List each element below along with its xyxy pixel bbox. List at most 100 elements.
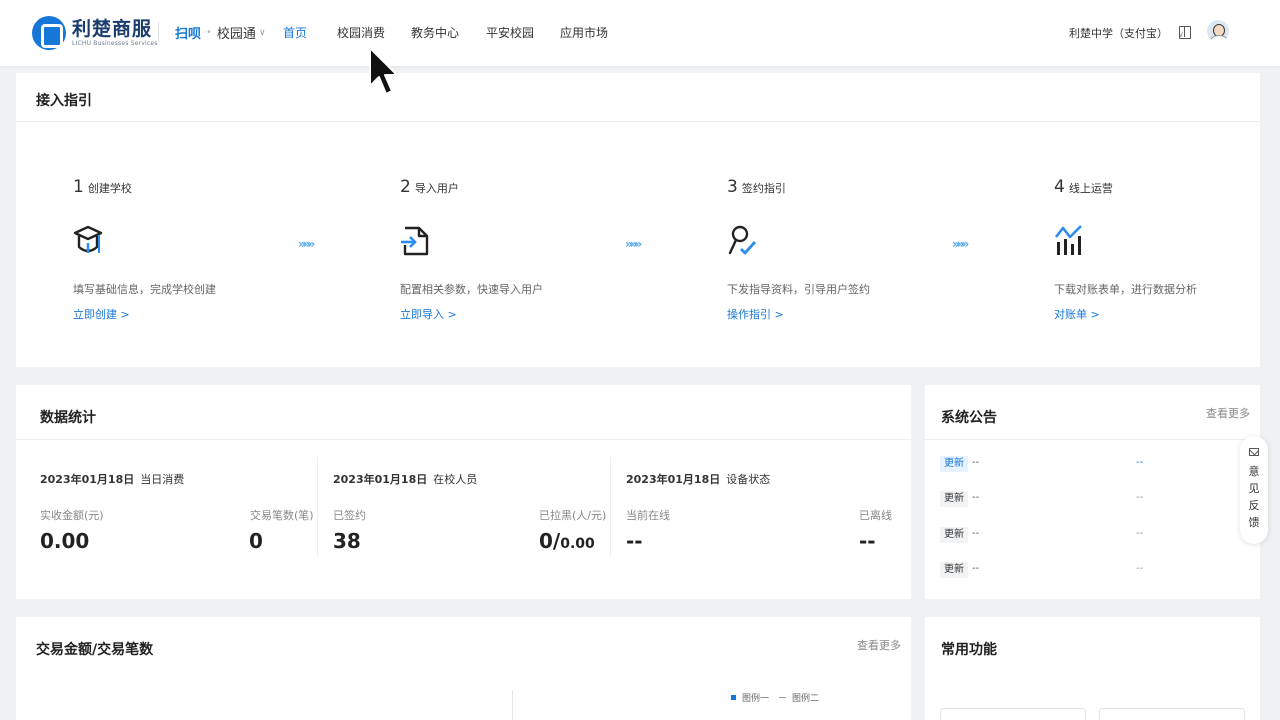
transactions-more-link[interactable]: 查看更多 xyxy=(857,637,901,653)
notice-more-link[interactable]: 查看更多 xyxy=(1206,405,1250,421)
stat-category: 设备状态 xyxy=(726,473,771,486)
list-item[interactable]: 更新 -- -- xyxy=(940,491,1150,507)
create-now-link[interactable]: 立即创建 > xyxy=(73,306,130,322)
function-tile[interactable] xyxy=(1099,708,1245,720)
stat-date: 2023年01月18日 xyxy=(40,473,135,486)
notice-text: -- xyxy=(972,528,980,539)
step-description: 填写基础信息，完成学校创建 xyxy=(73,283,216,296)
top-header: 利楚商服 LICHU Businesses Services 扫呗 • 校园通 … xyxy=(0,0,1280,66)
stat-label: 已签约 xyxy=(333,509,366,522)
legend-square-icon xyxy=(731,695,736,700)
notice-date: -- xyxy=(1136,563,1144,574)
nav-safe-campus[interactable]: 平安校园 xyxy=(486,24,534,41)
step-description: 配置相关参数，快速导入用户 xyxy=(400,283,543,296)
stat-value: 38 xyxy=(333,529,361,553)
stat-value-main: 0/ xyxy=(539,529,561,553)
notice-date: -- xyxy=(1136,457,1144,468)
legend-item[interactable]: 图例二 xyxy=(779,691,819,704)
stat-date: 2023年01月18日 xyxy=(333,473,428,486)
logo-text-cn: 利楚商服 xyxy=(72,17,153,40)
product-logo: 扫呗 xyxy=(175,27,202,42)
update-badge: 更新 xyxy=(940,527,968,543)
notice-title: 系统公告 xyxy=(941,410,997,426)
stat-value: -- xyxy=(859,529,876,553)
step-description: 下载对账表单，进行数据分析 xyxy=(1054,283,1197,296)
stat-label: 交易笔数(笔) xyxy=(250,509,314,522)
notice-date: -- xyxy=(1136,492,1144,503)
function-tile[interactable] xyxy=(940,708,1086,720)
legend-line-icon xyxy=(779,697,786,698)
update-badge: 更新 xyxy=(940,562,968,578)
stat-label: 实收金额(元) xyxy=(40,509,104,522)
guide-step-create-school: 1 创建学校 填写基础信息，完成学校创建 立即创建 > xyxy=(73,177,313,327)
import-now-link[interactable]: 立即导入 > xyxy=(400,306,457,322)
step-number: 4 xyxy=(1054,177,1065,197)
step-title: 导入用户 xyxy=(414,182,459,195)
product-separator: • xyxy=(206,27,212,38)
guide-step-online-operation: 4 线上运营 下载对账表单，进行数据分析 对账单 > xyxy=(1054,177,1280,327)
step-title: 线上运营 xyxy=(1068,182,1113,195)
list-item[interactable]: 更新 -- -- xyxy=(940,527,1150,543)
header-divider xyxy=(158,22,159,42)
stats-title: 数据统计 xyxy=(40,410,96,426)
step-arrow-icon: »»» xyxy=(625,237,642,251)
step-description: 下发指导资料，引导用户签约 xyxy=(727,283,870,296)
step-arrow-icon: »»» xyxy=(952,237,969,251)
chart-divider xyxy=(512,690,513,720)
step-number: 3 xyxy=(727,177,738,197)
nav-campus-consumption[interactable]: 校园消费 xyxy=(337,24,385,41)
step-arrow-icon: »»» xyxy=(298,237,315,251)
feedback-label: 意见反馈 xyxy=(1248,465,1260,529)
guide-step-import-users: 2 导入用户 配置相关参数，快速导入用户 立即导入 > xyxy=(400,177,640,327)
functions-title: 常用功能 xyxy=(941,642,997,658)
feedback-button[interactable]: 意见反馈 xyxy=(1240,436,1268,544)
nav-home[interactable]: 首页 xyxy=(283,24,307,41)
common-functions-card: 常用功能 xyxy=(925,617,1260,720)
stat-value: 0/0.00 xyxy=(539,529,595,553)
card-divider xyxy=(925,439,1260,440)
stat-value: 0.00 xyxy=(40,529,90,553)
stat-label: 已拉黑(人/元) xyxy=(539,509,607,522)
legend-label: 图例二 xyxy=(792,694,820,704)
stat-value: -- xyxy=(626,529,643,553)
mouse-cursor-icon xyxy=(369,47,394,95)
list-item[interactable]: 更新 -- -- xyxy=(940,456,1150,472)
product-switcher[interactable]: 扫呗 • 校园通 ∨ xyxy=(175,23,266,42)
guide-step-signing-guide: 3 签约指引 下发指导资料，引导用户签约 操作指引 > xyxy=(727,177,967,327)
nav-app-market[interactable]: 应用市场 xyxy=(560,24,608,41)
stat-enrolled-people: 2023年01月18日 在校人员 已签约 38 已拉黑(人/元) 0/0.00 xyxy=(333,457,606,557)
user-check-icon xyxy=(728,225,757,255)
import-document-icon xyxy=(401,226,429,256)
statement-link[interactable]: 对账单 > xyxy=(1054,306,1100,322)
transactions-title: 交易金额/交易笔数 xyxy=(36,642,154,658)
notice-date: -- xyxy=(1136,528,1144,539)
stat-label: 当前在线 xyxy=(626,509,670,522)
transactions-card: 交易金额/交易笔数 查看更多 xyxy=(16,617,911,720)
logo-text-en: LICHU Businesses Services xyxy=(72,39,158,47)
chevron-down-icon: ∨ xyxy=(258,27,266,38)
column-divider xyxy=(610,457,611,557)
nav-academic-center[interactable]: 教务中心 xyxy=(411,24,459,41)
guide-title: 接入指引 xyxy=(36,93,92,109)
school-name: 利楚中学（支付宝） xyxy=(1069,27,1168,40)
card-divider xyxy=(16,439,911,440)
brand-logo[interactable]: 利楚商服 LICHU Businesses Services xyxy=(32,16,158,50)
stat-value: 0 xyxy=(249,529,263,553)
notice-text: -- xyxy=(972,492,980,503)
mail-icon xyxy=(1249,448,1259,456)
notice-text: -- xyxy=(972,563,980,574)
graduation-cap-icon xyxy=(73,225,103,253)
notice-text: -- xyxy=(972,457,980,468)
step-title: 签约指引 xyxy=(741,182,786,195)
list-item[interactable]: 更新 -- -- xyxy=(940,562,1150,578)
operation-guide-link[interactable]: 操作指引 > xyxy=(727,306,784,322)
school-selector[interactable]: 利楚中学（支付宝） ∨ xyxy=(1069,25,1184,41)
stat-label: 已离线 xyxy=(859,509,892,522)
bar-chart-icon xyxy=(1054,225,1082,255)
book-icon[interactable] xyxy=(1179,26,1191,39)
avatar[interactable] xyxy=(1207,20,1229,42)
legend-item[interactable]: 图例一 xyxy=(731,691,769,704)
product-name: 校园通 xyxy=(216,27,256,42)
step-title: 创建学校 xyxy=(87,182,132,195)
stat-category: 当日消费 xyxy=(140,473,185,486)
